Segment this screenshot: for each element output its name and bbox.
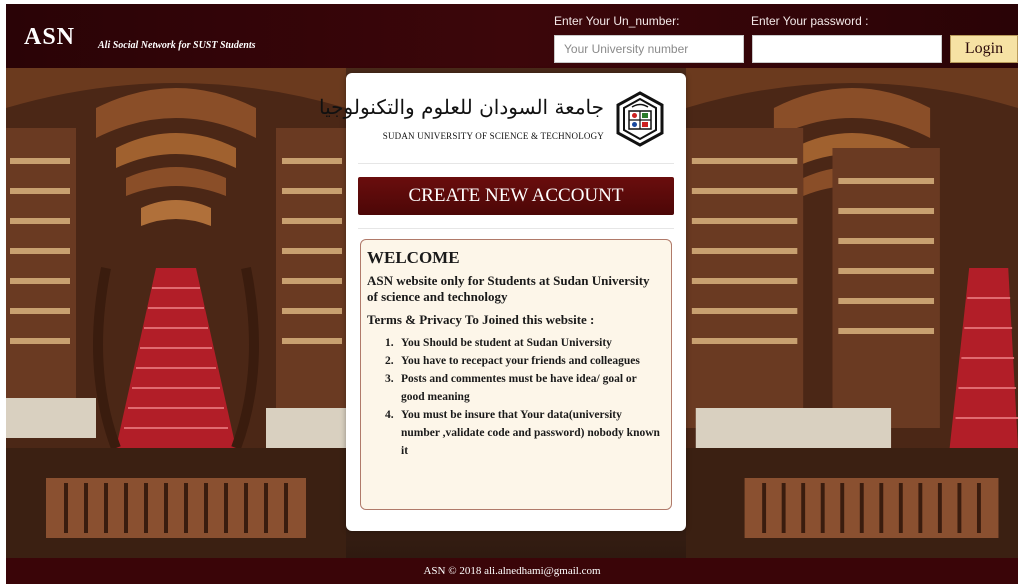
- page-footer: ASN © 2018 ali.alnedhami@gmail.com: [6, 558, 1018, 584]
- top-header: ASN Ali Social Network for SUST Students…: [6, 4, 1018, 68]
- terms-item: 3. Posts and commentes must be have idea…: [385, 373, 637, 403]
- terms-item: 1. You Should be student at Sudan Univer…: [385, 337, 612, 349]
- terms-item-text: Posts and commentes must be have idea/ g…: [401, 373, 637, 403]
- divider: [358, 228, 674, 229]
- university-logo: جامعة السودان للعلوم والتكنولوجيا SUDAN …: [319, 89, 674, 149]
- password-input[interactable]: [752, 35, 942, 63]
- library-left-panel: [6, 68, 346, 558]
- welcome-box: WELCOME ASN website only for Students at…: [360, 239, 672, 510]
- terms-list: 1. You Should be student at Sudan Univer…: [367, 334, 661, 460]
- terms-item: 2. You have to recepact your friends and…: [385, 355, 640, 367]
- terms-item: 4. You must be insure that Your data(uni…: [385, 409, 660, 457]
- site-tagline: Ali Social Network for SUST Students: [98, 40, 256, 51]
- welcome-title: WELCOME: [367, 248, 460, 267]
- username-label: Enter Your Un_number:: [554, 14, 680, 28]
- terms-heading: Terms & Privacy To Joined this website :: [367, 312, 595, 327]
- terms-item-text: You have to recepact your friends and co…: [401, 355, 640, 367]
- university-arabic-name: جامعة السودان للعلوم والتكنولوجيا: [319, 95, 604, 119]
- welcome-intro: ASN website only for Students at Sudan U…: [367, 273, 650, 304]
- terms-item-text: You must be insure that Your data(univer…: [401, 409, 660, 457]
- divider: [358, 163, 674, 164]
- sust-seal-icon: [616, 91, 664, 147]
- registration-card: جامعة السودان للعلوم والتكنولوجيا SUDAN …: [319, 73, 686, 531]
- university-english-name: SUDAN UNIVERSITY OF SCIENCE & TECHNOLOGY: [382, 131, 604, 141]
- login-button[interactable]: Login: [950, 35, 1018, 63]
- create-account-button[interactable]: CREATE NEW ACCOUNT: [358, 177, 674, 215]
- terms-item-text: You Should be student at Sudan Universit…: [401, 337, 612, 349]
- password-label: Enter Your password :: [751, 14, 869, 28]
- university-number-input[interactable]: [554, 35, 744, 63]
- site-brand[interactable]: ASN: [24, 24, 75, 51]
- library-right-panel: [686, 68, 1018, 558]
